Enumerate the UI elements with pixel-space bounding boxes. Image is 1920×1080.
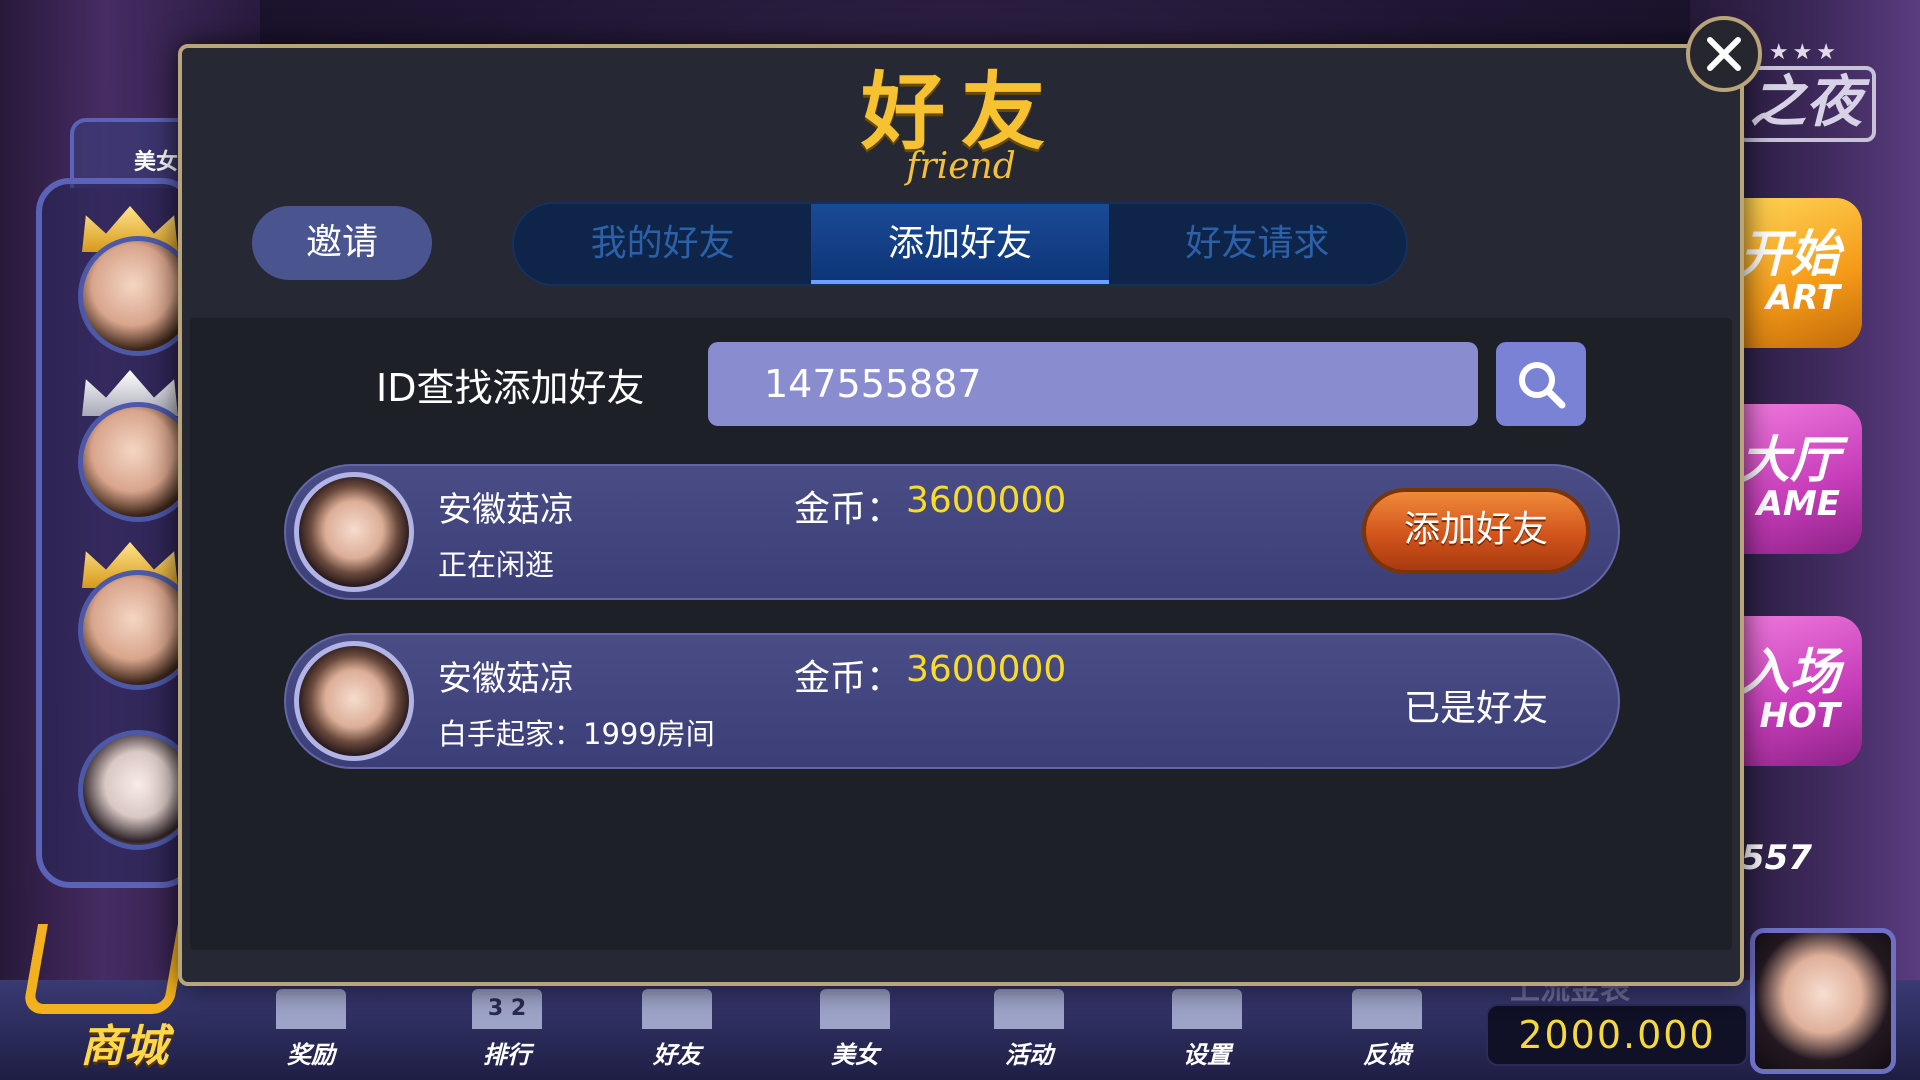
- nav-activity[interactable]: 活动: [974, 989, 1084, 1070]
- gift-icon: [276, 989, 346, 1029]
- search-result-row: 安徽菇凉 白手起家：1999房间 金币： 3600000 已是好友: [284, 633, 1620, 769]
- search-button[interactable]: [1496, 342, 1586, 426]
- gear-icon: [1172, 989, 1242, 1029]
- user-status: 正在闲逛: [438, 548, 555, 582]
- search-icon: [1519, 362, 1566, 409]
- nav-friends-label: 好友: [653, 1041, 701, 1069]
- user-name: 安徽菇凉: [438, 659, 574, 699]
- nav-reward-label: 奖励: [287, 1041, 335, 1069]
- dialog-subtitle: friend: [906, 146, 1016, 187]
- coin-value: 3600000: [906, 649, 1067, 690]
- nav-activity-label: 活动: [1005, 1041, 1053, 1069]
- add-friend-button[interactable]: 添加好友: [1362, 488, 1590, 574]
- nav-settings[interactable]: 设置: [1152, 989, 1262, 1070]
- avatar[interactable]: [294, 641, 414, 761]
- user-name: 安徽菇凉: [438, 490, 574, 530]
- search-label: ID查找添加好友: [376, 366, 645, 410]
- ranking-icon: 3 2: [472, 989, 542, 1029]
- beauty-tab-label: 美女: [134, 150, 179, 175]
- id-search-input[interactable]: [708, 342, 1478, 426]
- tab-add-friend[interactable]: 添加好友: [811, 204, 1109, 284]
- close-icon: [1707, 37, 1741, 71]
- coin-value: 3600000: [906, 480, 1067, 521]
- mail-icon: [1352, 989, 1422, 1029]
- close-button[interactable]: [1686, 16, 1762, 92]
- tab-my-friends[interactable]: 我的好友: [514, 204, 811, 284]
- avatar[interactable]: [294, 472, 414, 592]
- search-result-row: 安徽菇凉 正在闲逛 金币： 3600000 添加好友: [284, 464, 1620, 600]
- beauty-icon: [820, 989, 890, 1029]
- friend-tabs: 我的好友 添加好友 好友请求: [512, 202, 1408, 286]
- coin-balance: 2000.000: [1486, 1004, 1748, 1066]
- nav-feedback-label: 反馈: [1363, 1041, 1411, 1069]
- already-friend-label: 已是好友: [1404, 688, 1549, 729]
- user-status: 白手起家：1999房间: [438, 717, 715, 751]
- coin-label: 金币：: [794, 658, 903, 699]
- nav-ranking-label: 排行: [483, 1041, 531, 1069]
- player-avatar[interactable]: [1750, 928, 1896, 1074]
- rating-stars-icon: ★★★: [1768, 40, 1840, 65]
- nav-friends[interactable]: 好友: [622, 989, 732, 1070]
- shopping-cart-icon: [22, 924, 188, 1014]
- nav-beauty[interactable]: 美女: [800, 989, 910, 1070]
- shop-label: 商城: [80, 1021, 168, 1072]
- friends-icon: [642, 989, 712, 1029]
- nav-feedback[interactable]: 反馈: [1332, 989, 1442, 1070]
- nav-settings-label: 设置: [1183, 1041, 1231, 1069]
- coin-label: 金币：: [794, 489, 903, 530]
- dice-icon: [994, 989, 1064, 1029]
- friend-dialog: 好友 friend 邀请 我的好友 添加好友 好友请求 ID查找添加好友 安徽菇…: [178, 44, 1744, 986]
- invite-button[interactable]: 邀请: [252, 206, 432, 280]
- game-logo: 之夜: [1736, 66, 1876, 142]
- nav-reward[interactable]: 奖励: [256, 989, 366, 1070]
- nav-ranking[interactable]: 3 2 排行: [452, 989, 562, 1070]
- nav-beauty-label: 美女: [831, 1041, 879, 1069]
- online-count: 557: [1741, 838, 1812, 878]
- tab-friend-requests[interactable]: 好友请求: [1109, 204, 1406, 284]
